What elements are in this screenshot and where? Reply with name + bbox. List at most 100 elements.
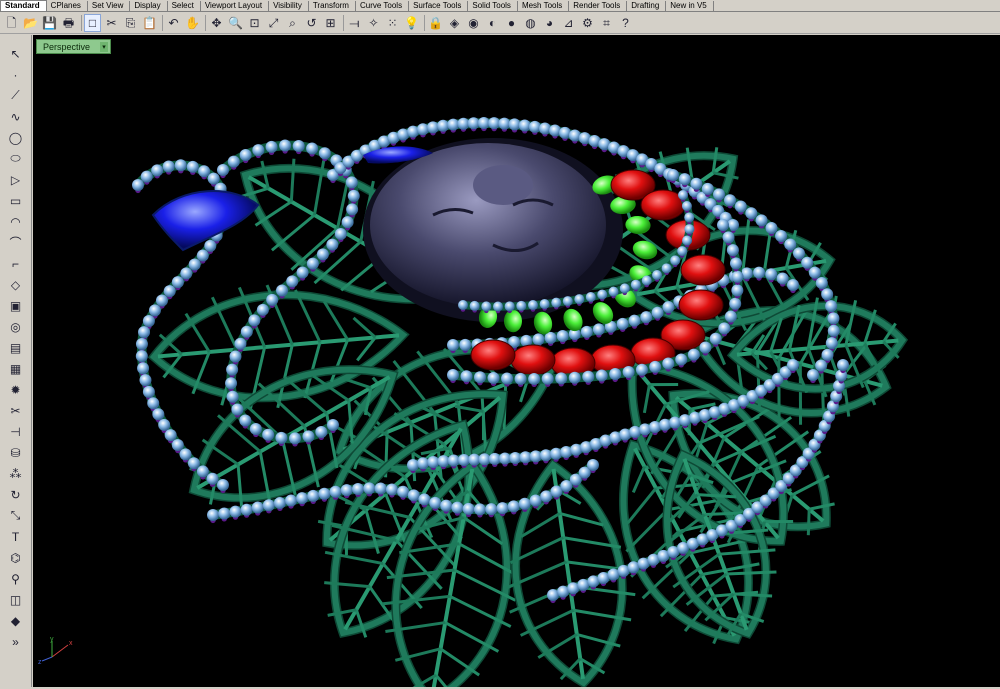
zoom-extents-icon[interactable]: ⤢ bbox=[265, 14, 282, 32]
undo-icon[interactable]: ↶ bbox=[165, 14, 182, 32]
light-bulb-icon[interactable]: 💡 bbox=[403, 14, 420, 32]
trim-icon[interactable]: ✂ bbox=[6, 401, 26, 420]
help-icon[interactable]: ? bbox=[617, 14, 634, 32]
point-edit-icon[interactable]: ⌬ bbox=[6, 548, 26, 567]
polygon-icon[interactable]: ▷ bbox=[6, 170, 26, 189]
pave-bead bbox=[827, 312, 840, 325]
zoom-window-icon[interactable]: ⊡ bbox=[246, 14, 263, 32]
pave-bead bbox=[514, 372, 527, 385]
four-view-icon[interactable]: ⊞ bbox=[322, 14, 339, 32]
render-box-icon[interactable]: ◆ bbox=[6, 611, 26, 630]
tab-cplanes[interactable]: CPlanes bbox=[47, 1, 88, 11]
viewport-title[interactable]: Perspective ▾ bbox=[36, 39, 112, 54]
cut-icon[interactable]: ✂ bbox=[103, 14, 120, 32]
tab-transform[interactable]: Transform bbox=[309, 1, 356, 11]
boolean-icon[interactable]: ◎ bbox=[6, 317, 26, 336]
pave-bead bbox=[640, 311, 653, 324]
curve-icon[interactable]: ∿ bbox=[6, 107, 26, 126]
pave-bead bbox=[248, 314, 261, 327]
point-icon[interactable]: · bbox=[6, 65, 26, 84]
viewport-menu-arrow-icon[interactable]: ▾ bbox=[100, 41, 109, 52]
blank-icon[interactable]: □ bbox=[84, 13, 101, 32]
jewelry-model[interactable] bbox=[33, 35, 1000, 689]
rotate-view-icon[interactable]: ✥ bbox=[208, 14, 225, 32]
pave-bead bbox=[458, 300, 468, 310]
analyze-icon[interactable]: ⚲ bbox=[6, 569, 26, 588]
tab-set-view[interactable]: Set View bbox=[88, 1, 131, 11]
pave-bead bbox=[196, 249, 209, 262]
options-icon[interactable]: ⌗ bbox=[598, 14, 615, 32]
tab-select[interactable]: Select bbox=[168, 1, 201, 11]
fillet-icon[interactable]: ⌐ bbox=[6, 254, 26, 273]
circle-icon[interactable]: ◯ bbox=[6, 128, 26, 147]
save-icon[interactable]: 💾 bbox=[41, 14, 58, 32]
copy-icon[interactable]: ⎘ bbox=[122, 14, 139, 32]
pave-bead bbox=[807, 369, 819, 381]
cplane-icon[interactable]: ⟞ bbox=[346, 14, 363, 32]
render-sphere-icon[interactable]: ● bbox=[503, 14, 520, 32]
pave-bead bbox=[249, 423, 262, 436]
extrude-icon[interactable]: ▤ bbox=[6, 338, 26, 357]
new-file-icon[interactable]: 🗋 bbox=[3, 14, 20, 32]
tab-surface-tools[interactable]: Surface Tools bbox=[409, 1, 469, 11]
text-icon[interactable]: T bbox=[6, 527, 26, 546]
select-arrow-icon[interactable]: ↖ bbox=[6, 44, 26, 63]
tab-new-in-v5[interactable]: New in V5 bbox=[666, 1, 714, 11]
tab-solid-tools[interactable]: Solid Tools bbox=[468, 1, 518, 11]
surface-icon[interactable]: ◇ bbox=[6, 275, 26, 294]
zoom-icon[interactable]: 🔍 bbox=[227, 14, 244, 32]
settings-gear-icon[interactable]: ⚙ bbox=[579, 14, 596, 32]
group-icon[interactable]: ⛁ bbox=[6, 443, 26, 462]
tab-standard[interactable]: Standard bbox=[0, 0, 47, 11]
polyline-icon[interactable]: ⟋ bbox=[6, 86, 26, 105]
pave-bead bbox=[148, 304, 161, 317]
split-icon[interactable]: ⊣ bbox=[6, 422, 26, 441]
tab-mesh-tools[interactable]: Mesh Tools bbox=[518, 1, 570, 11]
pave-bead bbox=[619, 283, 630, 294]
pave-bead bbox=[229, 505, 242, 518]
tab-drafting[interactable]: Drafting bbox=[627, 1, 667, 11]
undo-view-icon[interactable]: ↺ bbox=[303, 14, 320, 32]
lock-icon[interactable]: 🔒 bbox=[427, 14, 444, 32]
tab-viewport-layout[interactable]: Viewport Layout bbox=[201, 1, 270, 11]
tab-render-tools[interactable]: Render Tools bbox=[569, 1, 628, 11]
array-icon[interactable]: ⁂ bbox=[6, 464, 26, 483]
color-wheel-icon[interactable]: ◉ bbox=[465, 14, 482, 32]
environment-sphere-icon[interactable]: ◕ bbox=[541, 14, 558, 32]
pave-bead bbox=[240, 325, 253, 338]
explode-icon[interactable]: ✹ bbox=[6, 380, 26, 399]
more-tools-icon[interactable]: » bbox=[6, 632, 26, 651]
mesh-icon[interactable]: ▦ bbox=[6, 359, 26, 378]
dimension-icon[interactable]: ⊿ bbox=[560, 14, 577, 32]
pan-hand-icon[interactable]: ✋ bbox=[184, 14, 201, 32]
print-icon[interactable]: 🖶 bbox=[60, 14, 77, 32]
layer-icon[interactable]: ◈ bbox=[446, 14, 463, 32]
rectangle-icon[interactable]: ▭ bbox=[6, 191, 26, 210]
open-file-icon[interactable]: 📂 bbox=[22, 14, 39, 32]
select-points-icon[interactable]: ⁙ bbox=[384, 14, 401, 32]
pave-bead bbox=[678, 414, 691, 427]
perspective-viewport[interactable]: Perspective ▾ x y z bbox=[33, 35, 1000, 689]
pave-bead bbox=[551, 297, 562, 308]
tab-visibility[interactable]: Visibility bbox=[269, 1, 309, 11]
box-solid-icon[interactable]: ▣ bbox=[6, 296, 26, 315]
pave-bead bbox=[682, 235, 693, 246]
tab-display[interactable]: Display bbox=[130, 1, 168, 11]
scale-icon[interactable]: ⤡ bbox=[6, 506, 26, 525]
ruby-stone bbox=[510, 344, 556, 376]
tab-curve-tools[interactable]: Curve Tools bbox=[356, 1, 410, 11]
pave-bead bbox=[218, 507, 231, 520]
pave-bead bbox=[560, 445, 573, 458]
layout-icon[interactable]: ◫ bbox=[6, 590, 26, 609]
pave-bead bbox=[731, 284, 744, 297]
paste-icon[interactable]: 📋 bbox=[141, 14, 158, 32]
osnap-icon[interactable]: ✧ bbox=[365, 14, 382, 32]
free-curve-icon[interactable]: ⌒ bbox=[6, 233, 26, 252]
arc-icon[interactable]: ◠ bbox=[6, 212, 26, 231]
zoom-selected-icon[interactable]: ⌕ bbox=[284, 14, 301, 32]
rotate-icon[interactable]: ↻ bbox=[6, 485, 26, 504]
material-sphere-icon[interactable]: ◍ bbox=[522, 14, 539, 32]
shade-icon[interactable]: ◐ bbox=[484, 14, 501, 32]
ellipse-icon[interactable]: ⬭ bbox=[6, 149, 26, 168]
pave-bead bbox=[180, 267, 193, 280]
